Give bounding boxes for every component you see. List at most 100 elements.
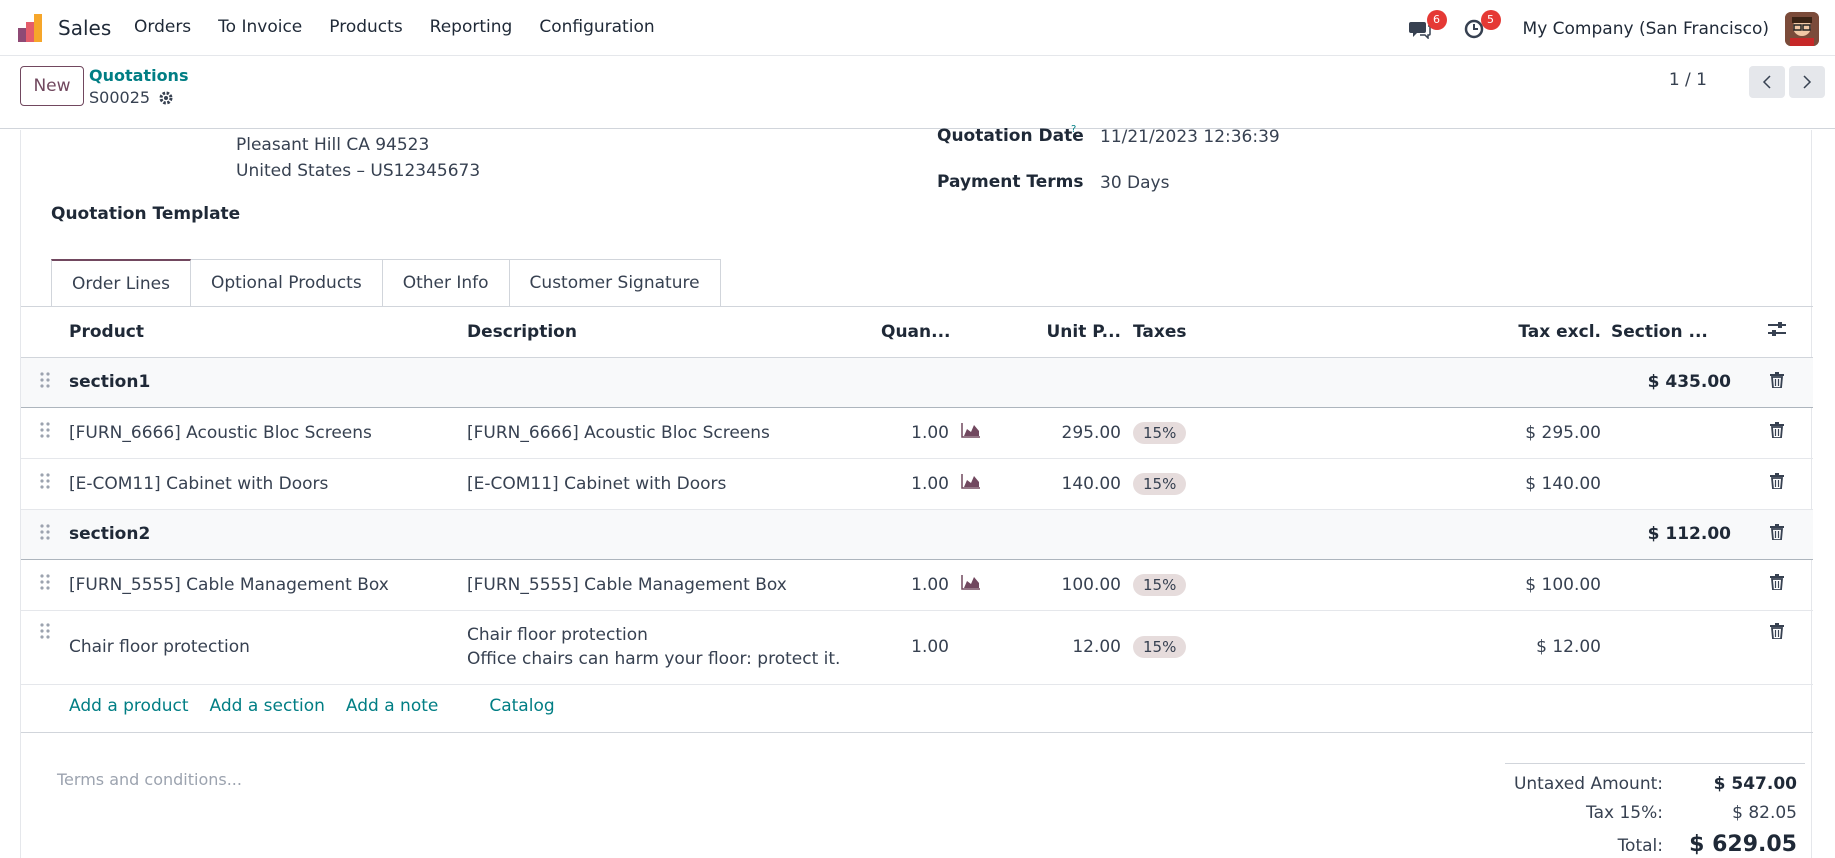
- drag-handle-icon[interactable]: [40, 473, 50, 489]
- line-unit-price[interactable]: 100.00: [989, 559, 1129, 611]
- line-unit-price[interactable]: 140.00: [989, 458, 1129, 510]
- order-line-row[interactable]: [E-COM11] Cabinet with Doors [E-COM11] Ca…: [21, 458, 1813, 510]
- sales-app-icon[interactable]: [18, 14, 46, 42]
- drag-handle[interactable]: [21, 357, 69, 408]
- section-row[interactable]: section1 $ 435.00: [21, 357, 1813, 408]
- pager-previous-button[interactable]: [1749, 66, 1785, 98]
- quotation-date-value[interactable]: 11/21/2023 12:36:39: [1100, 127, 1280, 147]
- header-taxes[interactable]: Taxes: [1129, 307, 1323, 358]
- top-navbar: Sales Orders To Invoice Products Reporti…: [0, 0, 1835, 56]
- line-taxes-cell[interactable]: 15%: [1129, 458, 1323, 510]
- line-unit-price[interactable]: 295.00: [989, 407, 1129, 459]
- menu-configuration[interactable]: Configuration: [539, 17, 654, 37]
- forecast-chart-icon[interactable]: [961, 574, 981, 590]
- section-row[interactable]: section2 $ 112.00: [21, 509, 1813, 560]
- section-name[interactable]: section2: [69, 509, 1611, 560]
- drag-handle[interactable]: [21, 610, 69, 685]
- menu-to-invoice[interactable]: To Invoice: [218, 17, 302, 37]
- delete-line-button[interactable]: [1741, 357, 1813, 408]
- delete-line-button[interactable]: [1741, 559, 1813, 611]
- tab-optional-products[interactable]: Optional Products: [191, 259, 383, 307]
- add-note-link[interactable]: Add a note: [346, 696, 438, 716]
- forecast-chart-icon[interactable]: [961, 473, 981, 489]
- line-taxes-cell[interactable]: 15%: [1129, 610, 1323, 685]
- trash-icon[interactable]: [1770, 473, 1784, 490]
- forecast-chart-icon[interactable]: [961, 422, 981, 438]
- drag-handle[interactable]: [21, 509, 69, 560]
- header-quantity[interactable]: Quan...: [881, 307, 989, 358]
- trash-icon[interactable]: [1770, 371, 1784, 389]
- trash-icon[interactable]: [1770, 622, 1784, 640]
- delete-line-button[interactable]: [1741, 610, 1813, 685]
- gear-icon[interactable]: [158, 90, 174, 106]
- line-quantity-cell[interactable]: 1.00: [881, 559, 989, 611]
- pager-value[interactable]: 1 / 1: [1669, 70, 1707, 90]
- user-avatar[interactable]: [1785, 12, 1819, 46]
- drag-handle[interactable]: [21, 458, 69, 510]
- control-panel: New Quotations S00025 1 / 1: [0, 56, 1835, 129]
- menu-products[interactable]: Products: [329, 17, 402, 37]
- line-description-cell[interactable]: [FURN_5555] Cable Management Box: [467, 559, 881, 611]
- notebook-tabs: Order Lines Optional Products Other Info…: [51, 259, 721, 307]
- drag-handle-icon[interactable]: [40, 371, 50, 388]
- messages-button[interactable]: 6: [1405, 10, 1447, 44]
- tab-other-info[interactable]: Other Info: [382, 259, 510, 307]
- add-product-link[interactable]: Add a product: [69, 696, 189, 716]
- delete-line-button[interactable]: [1741, 509, 1813, 560]
- pager-next-button[interactable]: [1789, 66, 1825, 98]
- tax-badge: 15%: [1133, 421, 1187, 444]
- catalog-button[interactable]: Catalog: [489, 696, 554, 716]
- trash-icon[interactable]: [1770, 523, 1784, 541]
- help-tooltip-icon[interactable]: ?: [1071, 124, 1076, 135]
- line-description-cell[interactable]: Chair floor protection Office chairs can …: [467, 610, 881, 685]
- drag-handle-icon[interactable]: [40, 523, 50, 540]
- header-unit-price[interactable]: Unit P...: [989, 307, 1129, 358]
- activities-button[interactable]: 5: [1459, 10, 1501, 44]
- company-switcher[interactable]: My Company (San Francisco): [1523, 19, 1769, 39]
- trash-icon[interactable]: [1770, 422, 1784, 439]
- delete-line-button[interactable]: [1741, 407, 1813, 459]
- drag-handle-icon[interactable]: [40, 574, 50, 590]
- line-description-cell[interactable]: [E-COM11] Cabinet with Doors: [467, 458, 881, 510]
- line-description-cell[interactable]: [FURN_6666] Acoustic Bloc Screens: [467, 407, 881, 459]
- line-product[interactable]: Chair floor protection: [69, 610, 467, 685]
- line-taxes-cell[interactable]: 15%: [1129, 559, 1323, 611]
- line-quantity: 1.00: [911, 574, 949, 595]
- optional-columns-toggle[interactable]: [1741, 307, 1813, 358]
- terms-and-conditions-field[interactable]: Terms and conditions...: [57, 770, 242, 789]
- payment-terms-value[interactable]: 30 Days: [1100, 173, 1169, 193]
- trash-icon[interactable]: [1770, 574, 1784, 591]
- payment-terms-label: Payment Terms: [937, 172, 1084, 192]
- line-product[interactable]: [E-COM11] Cabinet with Doors: [69, 458, 467, 510]
- menu-reporting[interactable]: Reporting: [430, 17, 513, 37]
- header-product[interactable]: Product: [69, 307, 467, 358]
- line-taxes-cell[interactable]: 15%: [1129, 407, 1323, 459]
- header-tax-excl[interactable]: Tax excl.: [1323, 307, 1611, 358]
- line-product[interactable]: [FURN_6666] Acoustic Bloc Screens: [69, 407, 467, 459]
- order-line-row[interactable]: [FURN_5555] Cable Management Box [FURN_55…: [21, 559, 1813, 611]
- tax-badge: 15%: [1133, 472, 1187, 495]
- line-quantity-cell[interactable]: 1.00: [881, 407, 989, 459]
- menu-orders[interactable]: Orders: [134, 17, 191, 37]
- header-section-subtotal[interactable]: Section ...: [1611, 307, 1741, 358]
- drag-handle[interactable]: [21, 559, 69, 611]
- drag-handle-icon[interactable]: [40, 422, 50, 438]
- line-section-cell: [1611, 559, 1741, 611]
- drag-handle-icon[interactable]: [40, 622, 50, 639]
- order-line-row[interactable]: [FURN_6666] Acoustic Bloc Screens [FURN_6…: [21, 407, 1813, 459]
- app-name[interactable]: Sales: [58, 16, 111, 40]
- tab-customer-signature[interactable]: Customer Signature: [509, 259, 721, 307]
- section-name[interactable]: section1: [69, 357, 1611, 408]
- line-quantity-cell[interactable]: 1.00: [881, 458, 989, 510]
- drag-handle[interactable]: [21, 407, 69, 459]
- add-section-link[interactable]: Add a section: [210, 696, 325, 716]
- breadcrumb-quotations[interactable]: Quotations: [89, 66, 188, 85]
- header-description[interactable]: Description: [467, 307, 881, 358]
- order-line-row[interactable]: Chair floor protection Chair floor protec…: [21, 610, 1813, 685]
- line-unit-price[interactable]: 12.00: [989, 610, 1129, 685]
- line-product[interactable]: [FURN_5555] Cable Management Box: [69, 559, 467, 611]
- delete-line-button[interactable]: [1741, 458, 1813, 510]
- new-button[interactable]: New: [20, 66, 84, 106]
- line-quantity-cell[interactable]: 1.00: [881, 610, 989, 685]
- tab-order-lines[interactable]: Order Lines: [51, 259, 191, 307]
